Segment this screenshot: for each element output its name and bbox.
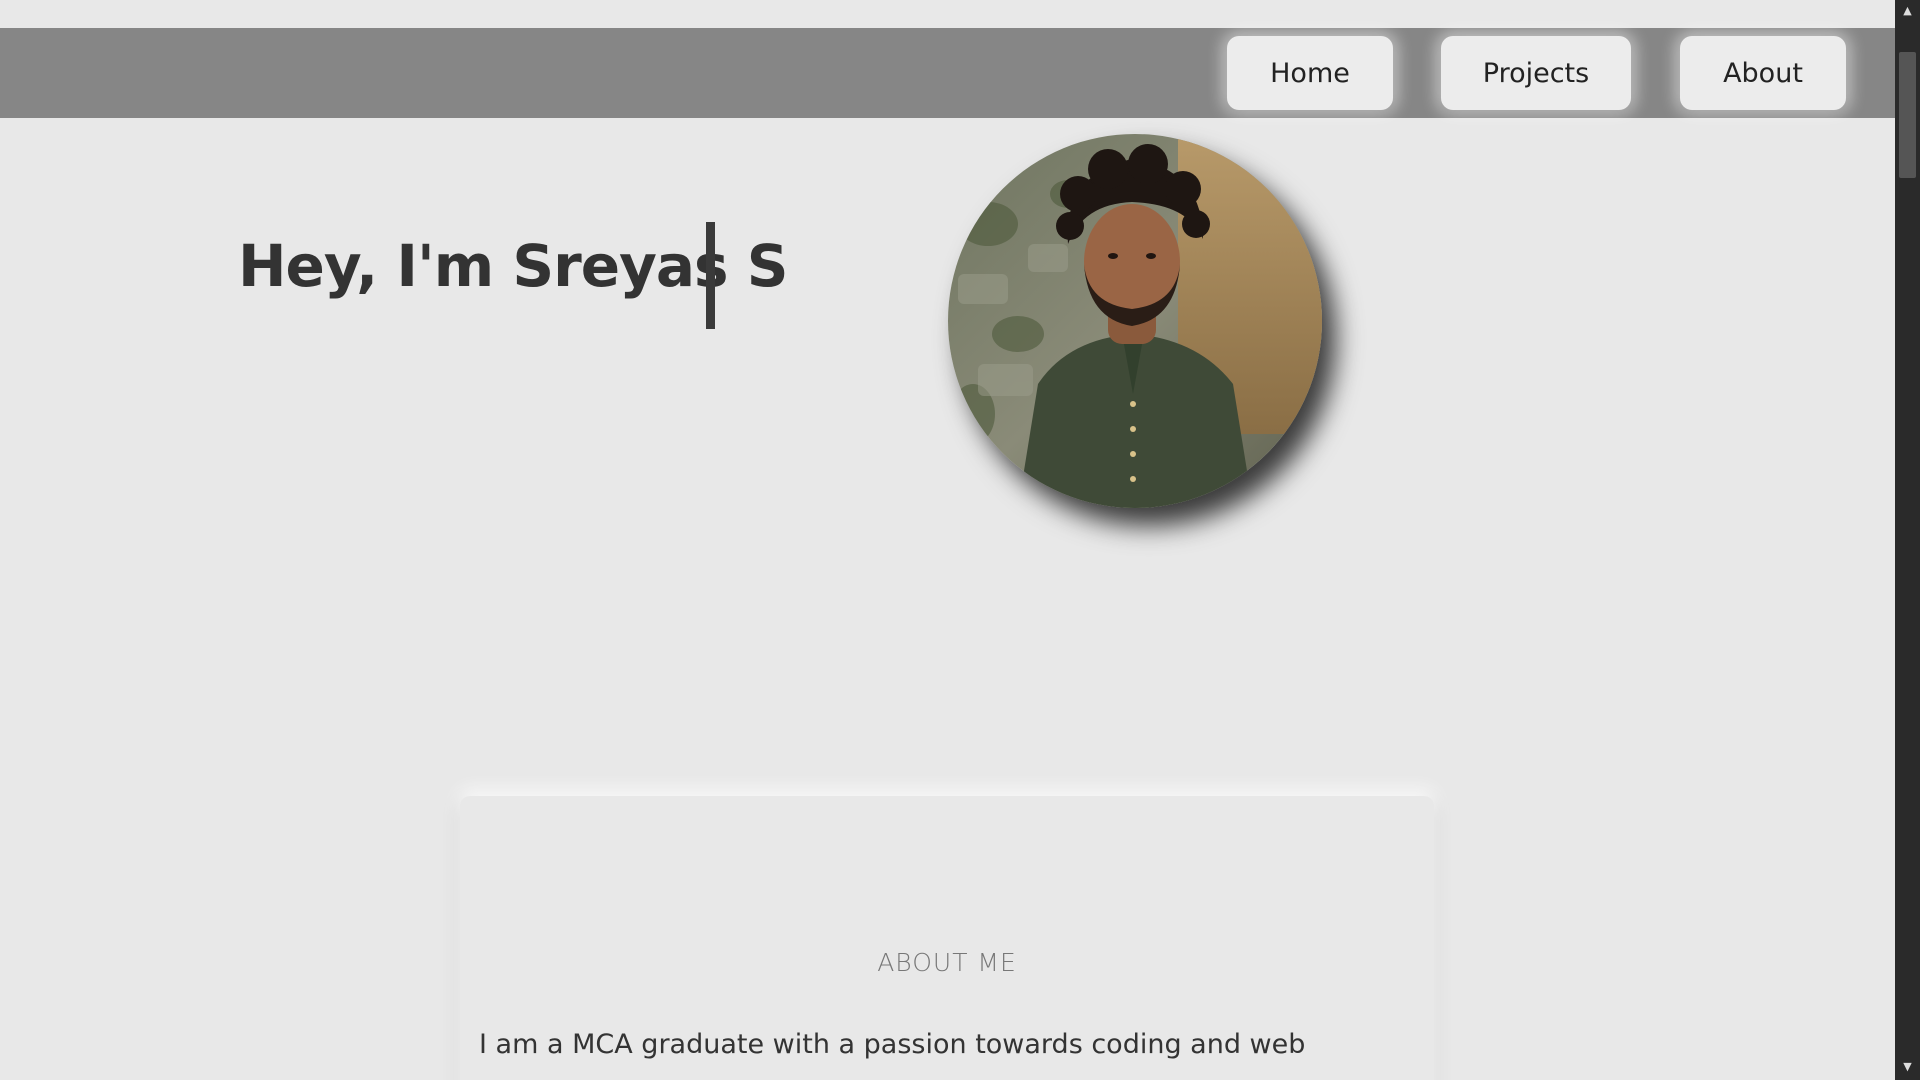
nav-home-button[interactable]: Home bbox=[1227, 36, 1393, 110]
nav-projects-button[interactable]: Projects bbox=[1441, 36, 1631, 110]
scroll-up-icon[interactable]: ▲ bbox=[1895, 2, 1920, 20]
navbar: Home Projects About bbox=[0, 28, 1895, 118]
scrollbar-thumb[interactable] bbox=[1899, 52, 1916, 178]
nav-about-label: About bbox=[1723, 57, 1803, 89]
scroll-down-icon[interactable]: ▼ bbox=[1895, 1058, 1920, 1076]
typing-cursor bbox=[706, 222, 715, 329]
nav-home-label: Home bbox=[1270, 57, 1350, 89]
profile-photo-image bbox=[948, 134, 1322, 508]
about-text: I am a MCA graduate with a passion towar… bbox=[479, 1029, 1306, 1060]
about-card: ABOUT ME I am a MCA graduate with a pass… bbox=[460, 796, 1434, 1080]
about-title: ABOUT ME bbox=[877, 948, 1017, 977]
nav-about-button[interactable]: About bbox=[1680, 36, 1846, 110]
vertical-scrollbar[interactable]: ▲ ▼ bbox=[1895, 0, 1920, 1080]
nav-projects-label: Projects bbox=[1482, 57, 1590, 89]
page: Home Projects About Hey, I'm Sreyas S AB… bbox=[0, 0, 1895, 1080]
profile-photo bbox=[948, 134, 1322, 508]
